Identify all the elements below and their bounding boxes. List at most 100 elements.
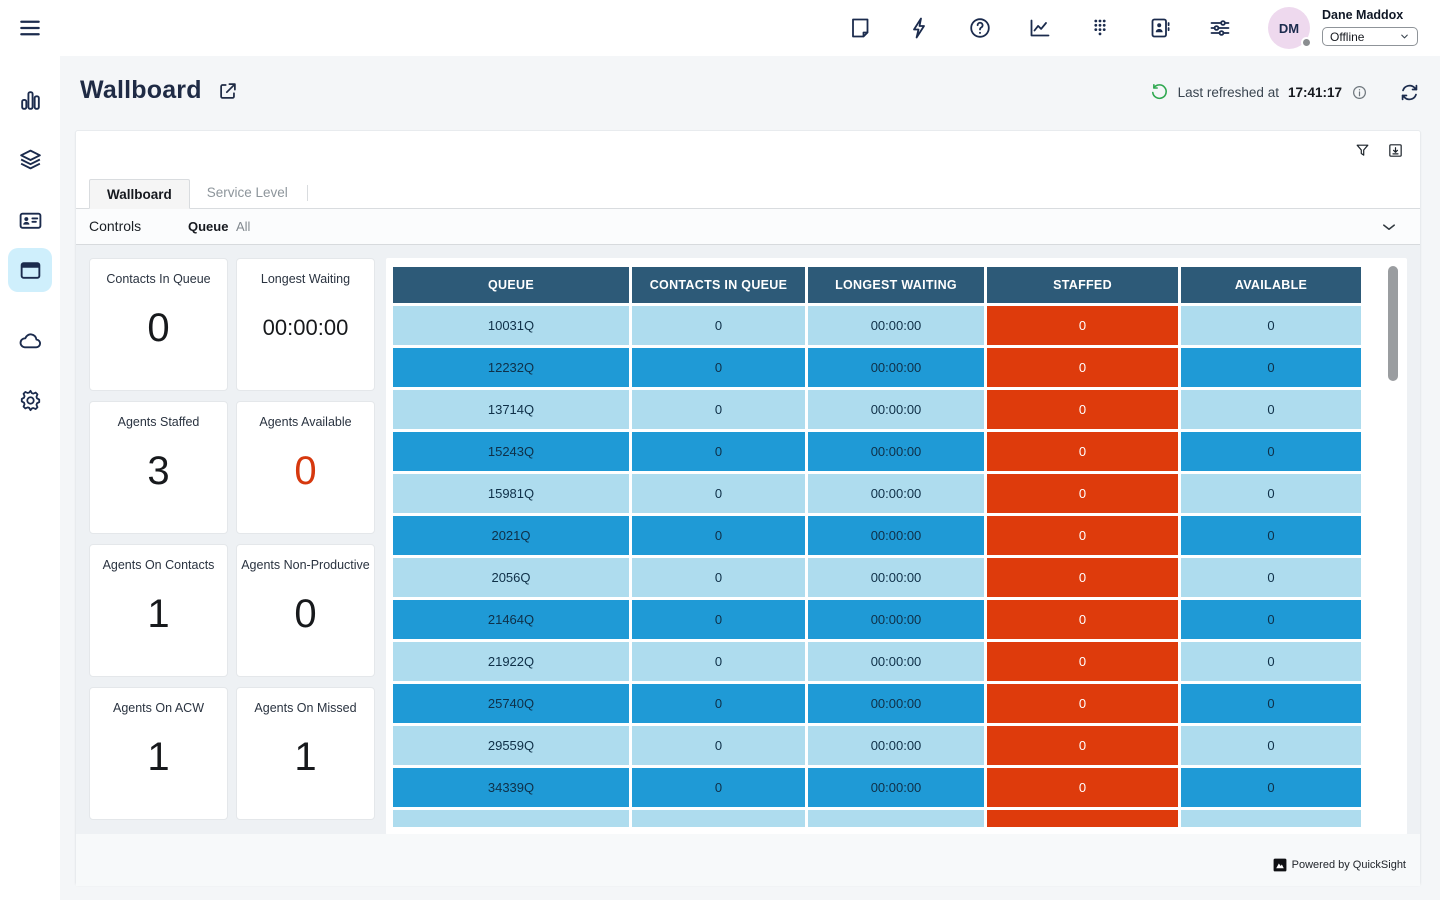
dashboard-card: Wallboard Service Level Controls Queue A… xyxy=(75,130,1421,885)
table-cell: 0 xyxy=(1181,306,1361,345)
queue-filter-label: Queue xyxy=(188,219,228,234)
table-cell: 2056Q xyxy=(393,558,629,597)
kpi-value: 1 xyxy=(294,715,316,819)
table-cell: 0 xyxy=(632,516,805,555)
table-cell: 0 xyxy=(1181,768,1361,807)
controls-bar: Controls Queue All xyxy=(76,209,1420,245)
table-cell: 0 xyxy=(632,600,805,639)
table-row: 2021Q000:00:0000 xyxy=(393,516,1367,555)
external-link-icon[interactable] xyxy=(217,80,239,102)
quick-actions-icon[interactable] xyxy=(908,16,932,40)
table-scroll-thumb[interactable] xyxy=(1388,266,1398,381)
table-cell: 00:00:00 xyxy=(808,558,984,597)
table-cell: 10031Q xyxy=(393,306,629,345)
table-cell: 0 xyxy=(1181,684,1361,723)
table-header-cell: CONTACTS IN QUEUE xyxy=(632,267,805,303)
refresh-button[interactable] xyxy=(1399,82,1420,103)
chevron-down-icon xyxy=(1399,31,1410,42)
sidebar-item-dashboards[interactable] xyxy=(8,248,52,292)
settings-sliders-icon[interactable] xyxy=(1208,16,1232,40)
quicksight-logo-icon xyxy=(1273,858,1287,872)
sidebar-item-settings[interactable] xyxy=(8,378,52,422)
queue-filter-value[interactable]: All xyxy=(236,219,250,234)
menu-icon[interactable] xyxy=(17,15,43,41)
table-row xyxy=(393,810,1367,827)
table-cell xyxy=(987,810,1178,827)
table-cell xyxy=(808,810,984,827)
table-scrollbar[interactable] xyxy=(1388,266,1398,826)
table-row: 15981Q000:00:0000 xyxy=(393,474,1367,513)
main-content: Wallboard Last refreshed at 17:41:17 xyxy=(60,56,1440,900)
kpi-card: Agents Non-Productive0 xyxy=(236,544,375,677)
export-icon[interactable] xyxy=(1387,142,1404,159)
kpi-grid: Contacts In Queue0Longest Waiting00:00:0… xyxy=(89,258,375,820)
kpi-value: 0 xyxy=(294,429,316,533)
sidebar-item-flows[interactable] xyxy=(8,137,52,181)
tab-wallboard[interactable]: Wallboard xyxy=(89,179,190,209)
id-card-icon xyxy=(18,208,43,233)
kpi-label: Agents Available xyxy=(259,415,351,429)
table-cell: 0 xyxy=(1181,558,1361,597)
controls-collapse-icon[interactable] xyxy=(1380,218,1398,236)
history-icon xyxy=(1150,83,1169,102)
table-cell: 0 xyxy=(632,306,805,345)
kpi-value: 0 xyxy=(147,286,169,390)
table-row: 10031Q000:00:0000 xyxy=(393,306,1367,345)
status-dot xyxy=(1301,37,1312,48)
table-cell xyxy=(1181,810,1361,827)
kpi-card: Agents Staffed3 xyxy=(89,401,228,534)
help-icon[interactable] xyxy=(968,16,992,40)
table-cell: 0 xyxy=(632,390,805,429)
kpi-value: 3 xyxy=(147,429,169,533)
table-cell: 0 xyxy=(987,348,1178,387)
kpi-label: Agents On ACW xyxy=(113,701,204,715)
status-select-value: Offline xyxy=(1330,30,1364,44)
table-cell: 00:00:00 xyxy=(808,390,984,429)
table-cell: 0 xyxy=(632,684,805,723)
table-cell: 0 xyxy=(1181,474,1361,513)
gear-icon xyxy=(18,388,43,413)
filter-icon[interactable] xyxy=(1354,142,1371,159)
topbar-icon-group xyxy=(848,16,1232,40)
status-select[interactable]: Offline xyxy=(1322,27,1418,46)
table-row: 21922Q000:00:0000 xyxy=(393,642,1367,681)
table-cell: 34339Q xyxy=(393,768,629,807)
last-refreshed-label: Last refreshed at xyxy=(1178,85,1279,100)
table-row: 25740Q000:00:0000 xyxy=(393,684,1367,723)
table-cell: 13714Q xyxy=(393,390,629,429)
table-cell: 00:00:00 xyxy=(808,306,984,345)
table-cell xyxy=(632,810,805,827)
table-cell: 0 xyxy=(987,726,1178,765)
table-cell: 0 xyxy=(1181,642,1361,681)
info-icon[interactable] xyxy=(1351,84,1368,101)
sidebar-item-cloud[interactable] xyxy=(8,318,52,362)
sidebar-item-metrics[interactable] xyxy=(8,78,52,122)
table-row: 29559Q000:00:0000 xyxy=(393,726,1367,765)
kpi-label: Agents On Missed xyxy=(254,701,356,715)
dialpad-icon[interactable] xyxy=(1088,16,1112,40)
page-title: Wallboard xyxy=(80,76,202,105)
avatar[interactable]: DM xyxy=(1268,7,1310,49)
tab-separator xyxy=(307,185,308,201)
contacts-icon[interactable] xyxy=(1148,16,1172,40)
kpi-value: 00:00:00 xyxy=(263,286,349,390)
table-cell: 0 xyxy=(987,642,1178,681)
sidebar xyxy=(0,0,60,900)
table-cell: 0 xyxy=(1181,390,1361,429)
table-cell: 0 xyxy=(987,306,1178,345)
embed-footer: Powered by QuickSight xyxy=(76,834,1420,886)
notes-icon[interactable] xyxy=(848,16,872,40)
table-cell: 0 xyxy=(1181,600,1361,639)
kpi-card: Contacts In Queue0 xyxy=(89,258,228,391)
table-row: 2056Q000:00:0000 xyxy=(393,558,1367,597)
table-cell: 0 xyxy=(987,768,1178,807)
table-cell: 29559Q xyxy=(393,726,629,765)
kpi-label: Agents Staffed xyxy=(118,415,200,429)
table-cell: 0 xyxy=(987,390,1178,429)
metrics-icon[interactable] xyxy=(1028,16,1052,40)
tab-service-level[interactable]: Service Level xyxy=(190,178,305,208)
table-cell: 0 xyxy=(987,684,1178,723)
kpi-label: Agents On Contacts xyxy=(103,558,215,572)
sidebar-item-users[interactable] xyxy=(8,198,52,242)
table-cell: 00:00:00 xyxy=(808,684,984,723)
